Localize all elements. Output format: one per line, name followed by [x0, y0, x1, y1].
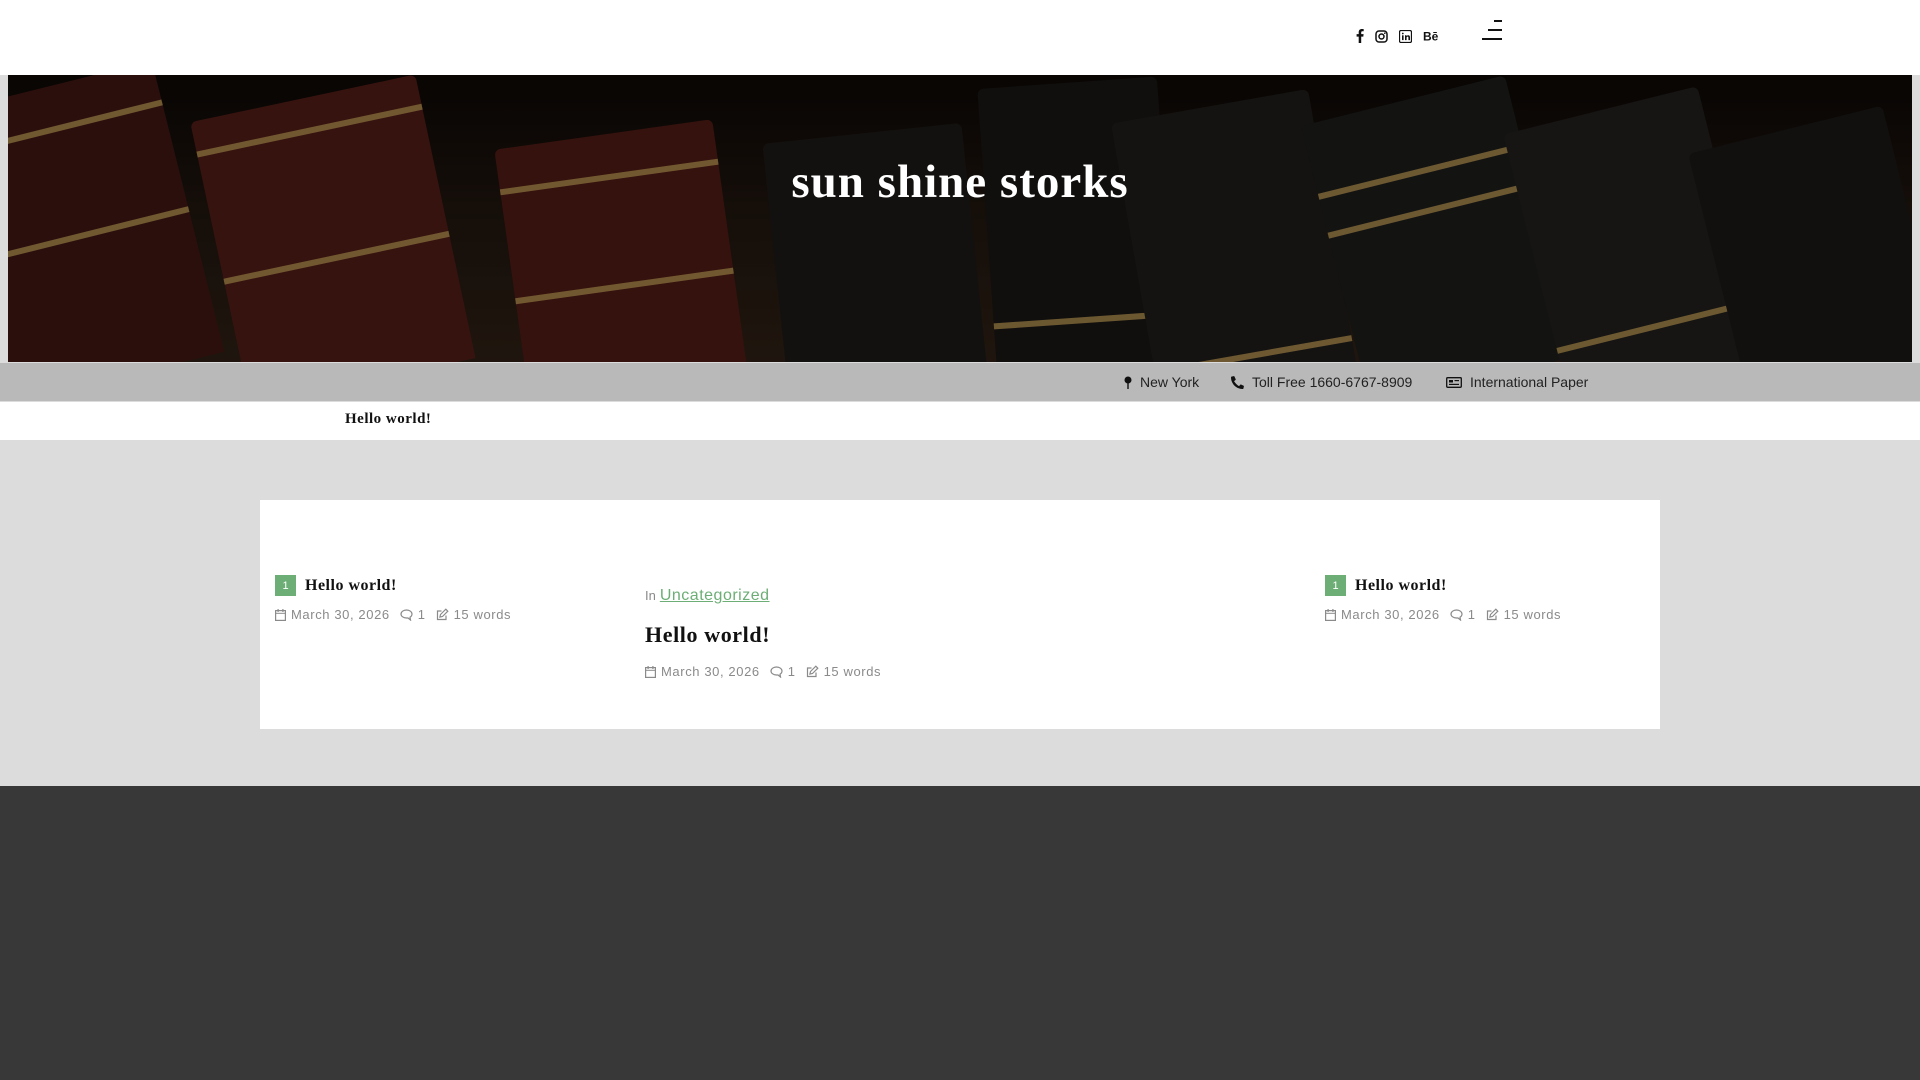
post-date[interactable]: March 30, 2026: [275, 607, 390, 622]
post-title-link[interactable]: Hello world!: [1355, 577, 1447, 595]
location-info: New York: [1124, 374, 1199, 390]
main-nav: Hello world!: [0, 402, 1920, 440]
top-header: Bē: [0, 0, 1920, 75]
post-word-count: 15 words: [806, 664, 882, 679]
rank-badge: 1: [1325, 575, 1346, 596]
edit-icon: [1486, 608, 1499, 621]
phone-icon: [1231, 375, 1244, 389]
post-meta: March 30, 2026 1 15 words: [1325, 607, 1571, 622]
calendar-icon: [275, 608, 286, 621]
newspaper-icon: [1446, 376, 1462, 388]
post-meta: March 30, 2026 1 15 words: [645, 664, 891, 679]
calendar-icon: [1325, 608, 1336, 621]
hero-banner: sun shine storks: [8, 75, 1912, 362]
category-link[interactable]: Uncategorized: [660, 587, 770, 604]
linkedin-icon[interactable]: [1399, 27, 1412, 45]
post-comments[interactable]: 1: [770, 664, 796, 679]
featured-post-title[interactable]: Hello world!: [645, 622, 891, 648]
nav-item-hello-world[interactable]: Hello world!: [345, 411, 431, 428]
site-footer: [0, 786, 1920, 1080]
post-left: 1 Hello world! March 30, 2026 1 15 words: [275, 575, 521, 622]
post-date[interactable]: March 30, 2026: [645, 664, 760, 679]
post-comments[interactable]: 1: [400, 607, 426, 622]
post-category: In Uncategorized: [645, 587, 770, 604]
post-word-count: 15 words: [436, 607, 512, 622]
rank-badge: 1: [275, 575, 296, 596]
phone-text: Toll Free 1660-6767-8909: [1252, 374, 1413, 390]
post-title-link[interactable]: Hello world!: [305, 577, 397, 595]
hero-overlay: [8, 75, 1912, 362]
post-word-count: 15 words: [1486, 607, 1562, 622]
site-title[interactable]: sun shine storks: [8, 155, 1912, 209]
instagram-icon[interactable]: [1375, 27, 1388, 45]
post-featured: In Uncategorized Hello world! March 30, 2…: [645, 587, 891, 679]
facebook-icon[interactable]: [1356, 27, 1364, 45]
svg-text:Bē: Bē: [1423, 30, 1439, 42]
social-links: Bē: [1356, 27, 1451, 45]
edit-icon: [436, 608, 449, 621]
paper-text: International Paper: [1470, 374, 1589, 390]
paper-info: International Paper: [1446, 374, 1588, 390]
posts-card: 1 Hello world! March 30, 2026 1 15 words…: [260, 500, 1660, 729]
info-bar: New York Toll Free 1660-6767-8909 Intern…: [0, 363, 1920, 401]
post-comments[interactable]: 1: [1450, 607, 1476, 622]
location-text: New York: [1140, 374, 1200, 390]
comment-icon: [400, 608, 413, 621]
post-right: 1 Hello world! March 30, 2026 1 15 words: [1325, 575, 1571, 622]
map-pin-icon: [1124, 376, 1132, 389]
post-date[interactable]: March 30, 2026: [1325, 607, 1440, 622]
calendar-icon: [645, 665, 656, 678]
comment-icon: [770, 665, 783, 678]
post-meta: March 30, 2026 1 15 words: [275, 607, 521, 622]
phone-info: Toll Free 1660-6767-8909: [1231, 374, 1412, 390]
menu-icon[interactable]: [1480, 20, 1502, 42]
edit-icon: [806, 665, 819, 678]
comment-icon: [1450, 608, 1463, 621]
behance-icon[interactable]: Bē: [1423, 27, 1440, 45]
